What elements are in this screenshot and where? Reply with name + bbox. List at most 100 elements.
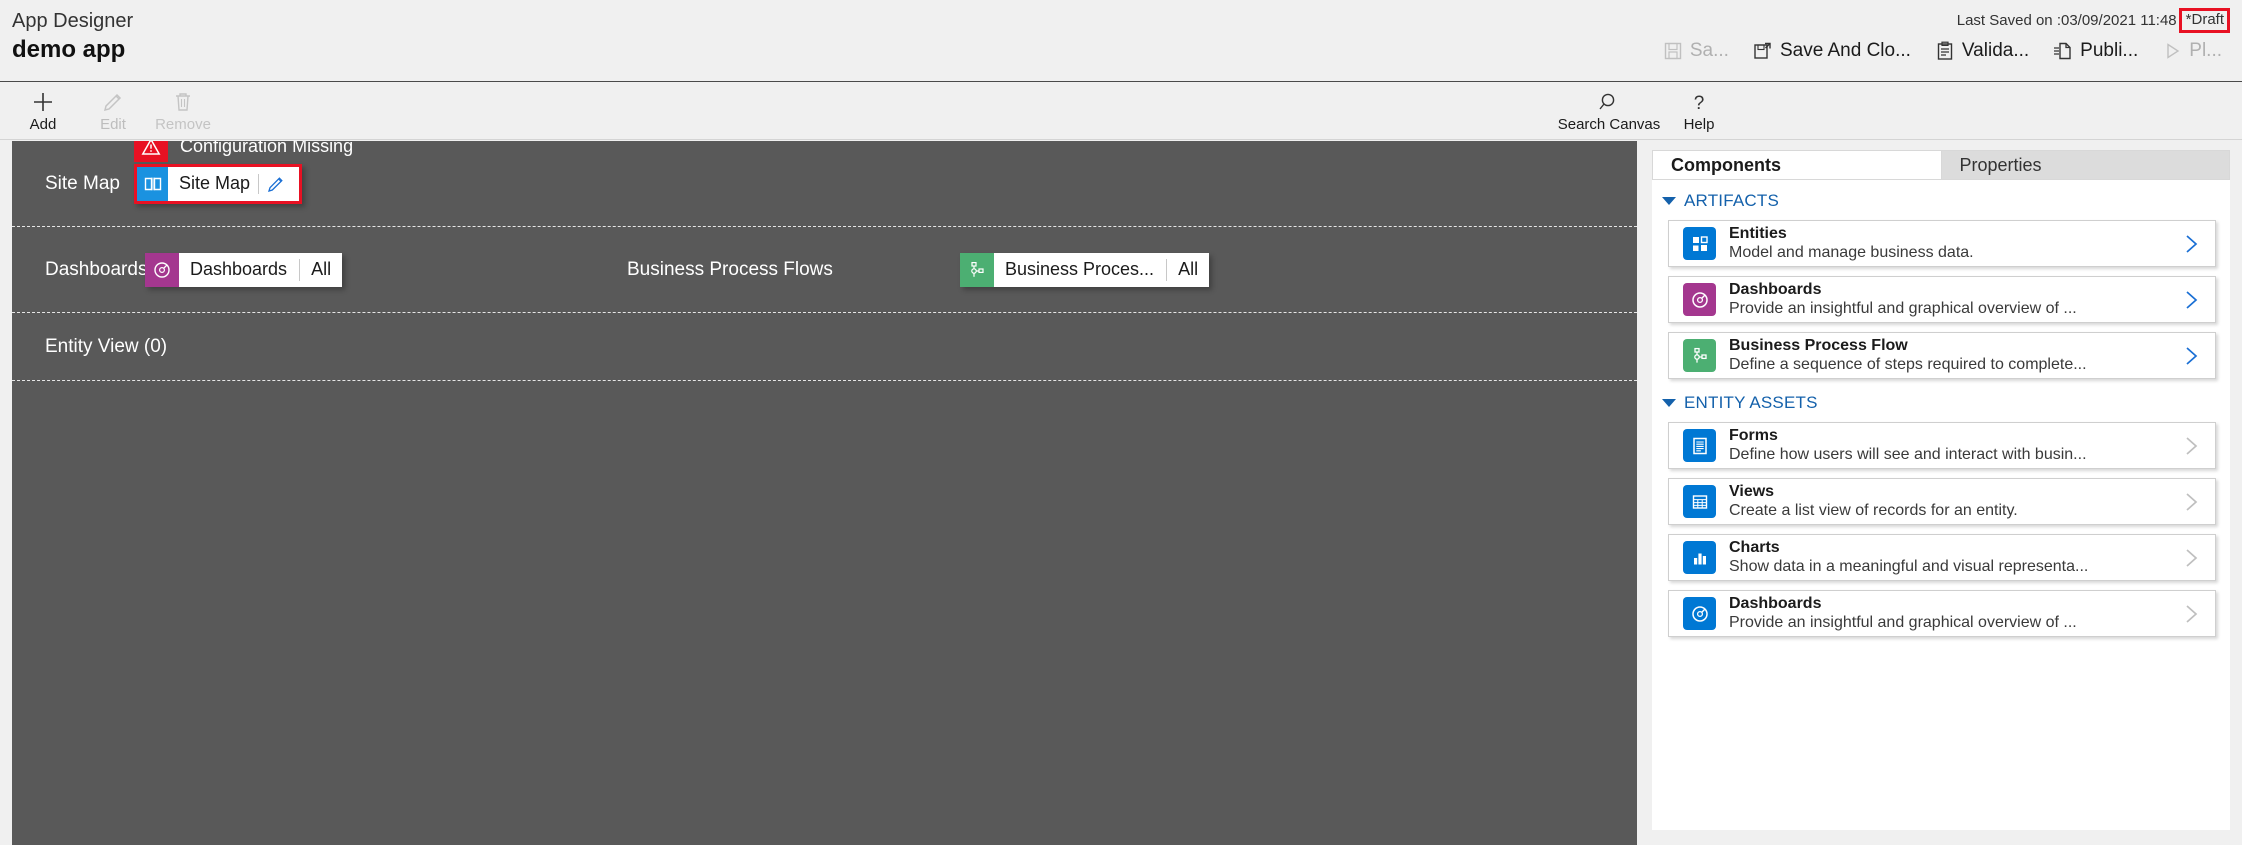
save-button[interactable]: Sa...: [1651, 36, 1741, 66]
group-header-artifacts[interactable]: ARTIFACTS: [1652, 186, 2230, 216]
tab-components[interactable]: Components: [1652, 150, 1942, 180]
bpf-tile[interactable]: Business Proces... All: [960, 252, 1210, 287]
chevron-right-icon[interactable]: [2181, 344, 2201, 368]
dashboard-gauge-icon: [145, 252, 179, 287]
chevron-right-icon[interactable]: [2181, 602, 2201, 626]
card-text: Views Create a list view of records for …: [1729, 482, 2018, 521]
bpf-tile-scope[interactable]: All: [1167, 253, 1209, 287]
save-and-close-label: Save And Clo...: [1779, 40, 1911, 61]
title-bar: App Designer demo app Last Saved on :03/…: [0, 0, 2242, 82]
group-title-artifacts: ARTIFACTS: [1684, 191, 1780, 210]
canvas-row-dashboards: Dashboards Dashboards All Business Proce…: [12, 227, 1637, 313]
help-label: Help: [1683, 115, 1715, 133]
component-card-dashboards[interactable]: Dashboards Provide an insightful and gra…: [1668, 276, 2216, 323]
panel-tabs: Components Properties: [1652, 150, 2230, 180]
play-icon: [2162, 41, 2182, 61]
svg-text:?: ?: [1694, 93, 1705, 114]
right-panel: Components Properties ARTIFACTS Entities…: [1652, 150, 2230, 830]
warning-triangle-icon: [134, 141, 168, 162]
entities-grid-icon: [1683, 227, 1716, 260]
save-and-close-button[interactable]: Save And Clo...: [1741, 36, 1923, 66]
search-canvas-button[interactable]: Search Canvas: [1554, 82, 1664, 140]
canvas-row-sitemap: Site Map Configuration Missing Site Map: [12, 141, 1637, 227]
chevron-right-icon[interactable]: [2181, 288, 2201, 312]
card-desc: Model and manage business data.: [1729, 244, 1974, 261]
remove-button[interactable]: Remove: [148, 82, 218, 140]
add-label: Add: [29, 115, 57, 133]
configuration-missing-text: Configuration Missing: [180, 141, 354, 156]
views-table-icon: [1683, 485, 1716, 518]
save-label: Sa...: [1689, 40, 1729, 61]
chevron-right-icon[interactable]: [2181, 490, 2201, 514]
component-card-charts[interactable]: Charts Show data in a meaningful and vis…: [1668, 534, 2216, 581]
component-card-entities[interactable]: Entities Model and manage business data.: [1668, 220, 2216, 267]
bpf-tile-name: Business Proces...: [1005, 259, 1155, 279]
question-icon: ?: [1687, 90, 1711, 114]
dashboards-tile[interactable]: Dashboards All: [145, 252, 343, 287]
status-badge: *Draft: [2178, 8, 2230, 33]
chevron-right-icon[interactable]: [2181, 546, 2201, 570]
panel-body: ARTIFACTS Entities Model and manage busi…: [1652, 180, 2230, 637]
toolbar-left-group: Add Edit Remove: [8, 82, 218, 140]
card-text: Entities Model and manage business data.: [1729, 224, 1974, 263]
sitemap-tile-name: Site Map: [179, 173, 251, 193]
title-block: App Designer demo app: [12, 8, 133, 65]
card-title: Entities: [1729, 225, 1787, 242]
card-title: Views: [1729, 483, 1775, 500]
play-button[interactable]: Pl...: [2150, 36, 2234, 66]
remove-label: Remove: [155, 115, 211, 133]
component-card-dashboards-entity[interactable]: Dashboards Provide an insightful and gra…: [1668, 590, 2216, 637]
app-designer-label: App Designer: [12, 10, 134, 32]
canvas-empty-area[interactable]: [12, 381, 1637, 843]
sitemap-book-icon: [137, 166, 168, 201]
last-saved-text: Last Saved on :03/09/2021 11:48: [1956, 12, 2177, 29]
dashboards-tile-scope[interactable]: All: [300, 253, 342, 287]
app-canvas[interactable]: Site Map Configuration Missing Site Map: [12, 141, 1637, 845]
edit-button[interactable]: Edit: [78, 82, 148, 140]
card-desc: Provide an insightful and graphical over…: [1729, 614, 2077, 631]
dashboard-gauge-icon: [1683, 283, 1716, 316]
chevron-down-icon: [1662, 399, 1676, 407]
card-desc: Provide an insightful and graphical over…: [1729, 300, 2077, 317]
publish-button[interactable]: Publi...: [2041, 36, 2150, 66]
card-title: Forms: [1729, 427, 1778, 444]
page-title: demo app: [12, 36, 126, 63]
charts-bar-icon: [1683, 541, 1716, 574]
sitemap-tile[interactable]: Site Map: [134, 163, 302, 204]
plus-icon: [31, 90, 55, 114]
card-text: Dashboards Provide an insightful and gra…: [1729, 594, 2077, 633]
tab-properties[interactable]: Properties: [1941, 150, 2230, 180]
card-desc: Define a sequence of steps required to c…: [1729, 356, 2087, 373]
sitemap-edit-button[interactable]: [259, 167, 293, 201]
card-title: Charts: [1729, 539, 1780, 556]
action-toolbar: Add Edit Remove Search Canvas ? Help: [0, 82, 2242, 140]
search-canvas-label: Search Canvas: [1557, 115, 1661, 133]
card-desc: Define how users will see and interact w…: [1729, 446, 2087, 463]
dashboard-gauge-icon: [1683, 597, 1716, 630]
dashboards-tile-name: Dashboards: [190, 259, 288, 279]
component-card-forms[interactable]: Forms Define how users will see and inte…: [1668, 422, 2216, 469]
card-title: Business Process Flow: [1729, 337, 1908, 354]
command-bar: Sa... Save And Clo... Valida... Publi...: [1651, 36, 2234, 66]
help-button[interactable]: ? Help: [1664, 82, 1734, 140]
add-button[interactable]: Add: [8, 82, 78, 140]
pencil-icon: [101, 90, 125, 114]
component-card-business-process-flow[interactable]: Business Process Flow Define a sequence …: [1668, 332, 2216, 379]
card-text: Forms Define how users will see and inte…: [1729, 426, 2087, 465]
toolbar-right-group: Search Canvas ? Help: [1554, 82, 1734, 140]
component-card-views[interactable]: Views Create a list view of records for …: [1668, 478, 2216, 525]
app-designer-window: App Designer demo app Last Saved on :03/…: [0, 0, 2242, 845]
search-icon: [1597, 90, 1621, 114]
bpf-node-icon: [1683, 339, 1716, 372]
group-header-entity-assets[interactable]: ENTITY ASSETS: [1652, 388, 2230, 418]
validate-button[interactable]: Valida...: [1923, 36, 2041, 66]
canvas-row-entity-view: Entity View (0): [12, 313, 1637, 381]
chevron-right-icon[interactable]: [2181, 434, 2201, 458]
chevron-right-icon[interactable]: [2181, 232, 2201, 256]
last-saved-info: Last Saved on :03/09/2021 11:48 *Draft: [1957, 8, 2230, 33]
group-title-entity-assets: ENTITY ASSETS: [1684, 393, 1818, 412]
form-icon: [1683, 429, 1716, 462]
publish-label: Publi...: [2080, 40, 2139, 61]
sitemap-tile-wrapper: Configuration Missing Site Map: [134, 141, 353, 204]
card-desc: Create a list view of records for an ent…: [1729, 502, 2018, 519]
